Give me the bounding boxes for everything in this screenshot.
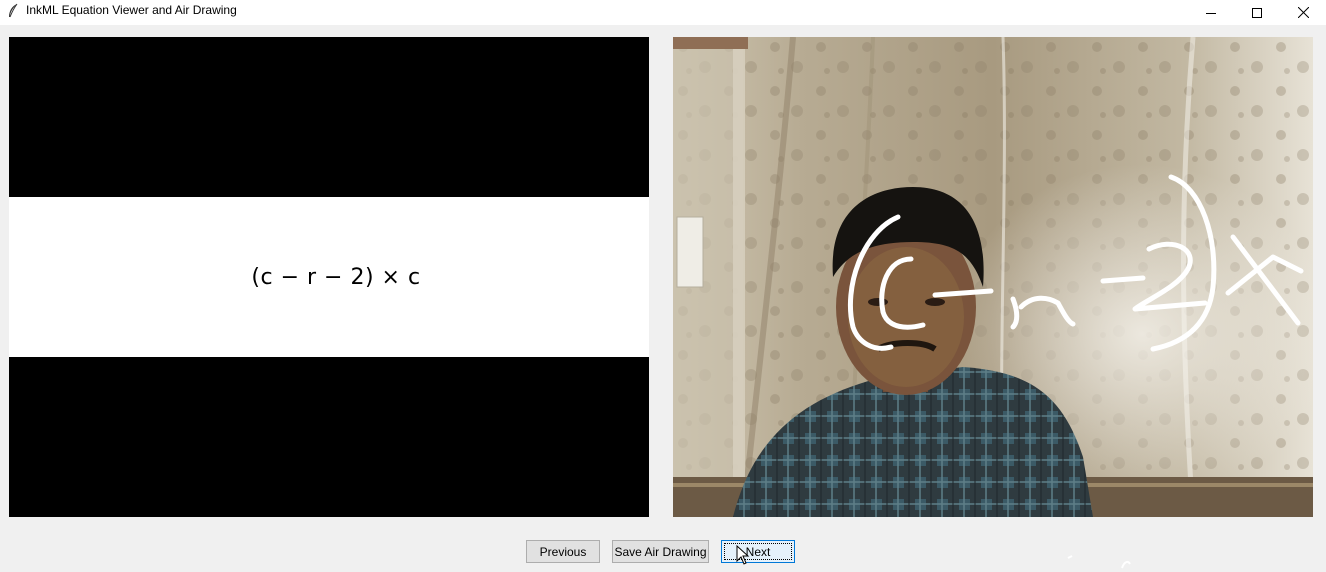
- feather-icon: [9, 3, 18, 18]
- title-bar: InkML Equation Viewer and Air Drawing: [0, 0, 1326, 25]
- equation-text: (c − r − 2) × c: [251, 264, 421, 290]
- close-button[interactable]: [1280, 0, 1326, 25]
- save-air-drawing-button[interactable]: Save Air Drawing: [612, 540, 709, 563]
- minimize-button[interactable]: [1188, 0, 1234, 25]
- minimize-icon: [1206, 12, 1216, 14]
- close-icon: [1297, 7, 1309, 18]
- mouse-cursor-icon: [736, 545, 750, 565]
- previous-button[interactable]: Previous: [526, 540, 600, 563]
- camera-panel: [673, 37, 1313, 517]
- equation-band: (c − r − 2) × c: [9, 197, 649, 357]
- camera-feed-image: [673, 37, 1313, 517]
- maximize-button[interactable]: [1234, 0, 1280, 25]
- next-button[interactable]: Next: [721, 540, 795, 563]
- equation-panel: (c − r − 2) × c: [9, 37, 649, 517]
- stray-drawing-mark: [1067, 555, 1131, 569]
- maximize-icon: [1252, 7, 1262, 18]
- window-title: InkML Equation Viewer and Air Drawing: [26, 3, 237, 17]
